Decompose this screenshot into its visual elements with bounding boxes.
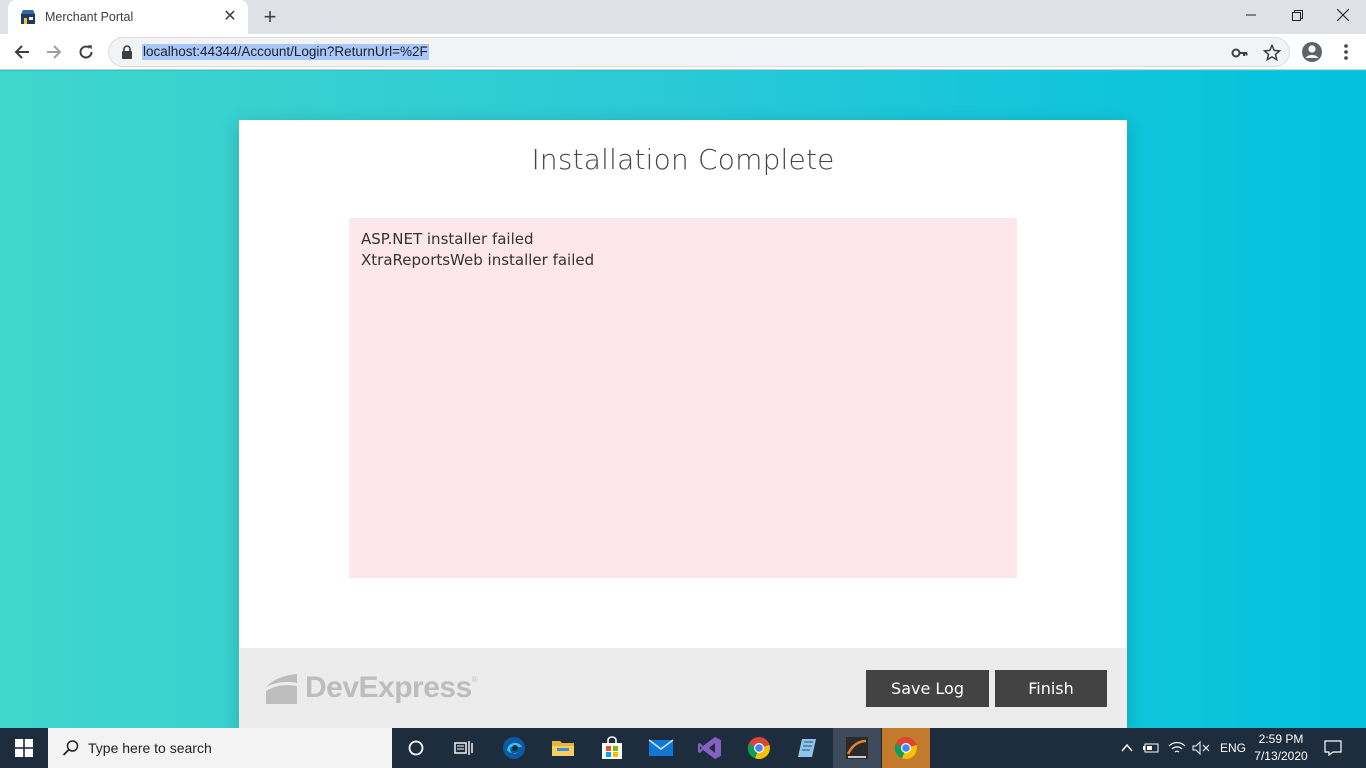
edge-icon bbox=[503, 737, 525, 759]
start-button[interactable] bbox=[0, 728, 48, 768]
edge-taskbar-button[interactable] bbox=[490, 728, 538, 768]
minimize-icon bbox=[1246, 14, 1256, 16]
store-favicon-icon bbox=[21, 10, 35, 24]
windows-logo-icon bbox=[15, 739, 33, 757]
installation-dialog: Installation Complete ASP.NET installer … bbox=[239, 120, 1127, 729]
volume-muted-icon[interactable] bbox=[1192, 741, 1210, 755]
chrome-taskbar-button[interactable] bbox=[735, 728, 783, 768]
browser-tab[interactable]: Merchant Portal ✕ bbox=[8, 0, 248, 34]
cortana-button[interactable] bbox=[392, 728, 440, 768]
system-tray: ENG bbox=[1120, 728, 1246, 768]
installation-log: ASP.NET installer failed XtraReportsWeb … bbox=[349, 218, 1017, 578]
reload-button[interactable] bbox=[73, 39, 99, 65]
forward-button[interactable] bbox=[41, 39, 67, 65]
profile-avatar-icon[interactable] bbox=[1300, 40, 1324, 64]
taskbar-search-box[interactable]: Type here to search bbox=[48, 728, 392, 768]
battery-icon[interactable] bbox=[1142, 741, 1160, 755]
bookmark-star-icon[interactable] bbox=[1263, 44, 1281, 62]
log-line: XtraReportsWeb installer failed bbox=[361, 251, 595, 269]
browser-tab-strip: Merchant Portal ✕ + bbox=[0, 0, 1366, 34]
save-log-button[interactable]: Save Log bbox=[866, 670, 989, 707]
notification-icon bbox=[1324, 740, 1342, 756]
store-taskbar-button[interactable] bbox=[588, 728, 636, 768]
installer-taskbar-button[interactable] bbox=[833, 728, 881, 768]
arrow-left-icon bbox=[14, 45, 29, 59]
browser-toolbar: localhost:44344/Account/Login?ReturnUrl=… bbox=[0, 34, 1366, 70]
tab-title: Merchant Portal bbox=[45, 10, 134, 24]
clock-time: 2:59 PM bbox=[1258, 732, 1304, 746]
action-center-button[interactable] bbox=[1310, 728, 1356, 768]
mail-taskbar-button[interactable] bbox=[637, 728, 685, 768]
search-icon bbox=[62, 740, 79, 756]
app-taskbar-button[interactable] bbox=[784, 728, 832, 768]
windows-taskbar: Type here to search ENG 2:59 PM 7/13/202… bbox=[0, 728, 1366, 768]
restore-icon bbox=[1291, 9, 1303, 21]
restore-button[interactable] bbox=[1274, 0, 1320, 30]
reload-icon bbox=[79, 45, 93, 59]
tab-close-icon[interactable]: ✕ bbox=[222, 9, 238, 25]
minimize-button[interactable] bbox=[1228, 0, 1274, 30]
registered-mark: ® bbox=[471, 675, 478, 684]
devexpress-logo-icon bbox=[266, 673, 297, 704]
dialog-footer: DevExpress ® Save Log Finish bbox=[239, 648, 1127, 729]
installer-app-icon bbox=[846, 737, 868, 759]
dialog-title: Installation Complete bbox=[531, 143, 835, 176]
address-bar[interactable]: localhost:44344/Account/Login?ReturnUrl=… bbox=[108, 37, 1290, 67]
devexpress-logo: DevExpress ® bbox=[266, 671, 478, 705]
wifi-icon[interactable] bbox=[1168, 741, 1186, 755]
lock-icon bbox=[122, 45, 132, 59]
new-tab-button[interactable]: + bbox=[258, 6, 282, 28]
cortana-icon bbox=[408, 740, 424, 756]
back-button[interactable] bbox=[9, 39, 35, 65]
chrome-active-taskbar-button[interactable] bbox=[882, 728, 930, 768]
more-vert-icon bbox=[1344, 44, 1348, 60]
browser-menu-button[interactable] bbox=[1334, 40, 1358, 64]
visual-studio-taskbar-button[interactable] bbox=[686, 728, 734, 768]
taskbar-clock[interactable]: 2:59 PM 7/13/2020 bbox=[1252, 731, 1310, 765]
logo-text: DevExpress bbox=[305, 671, 472, 704]
store-bag-icon bbox=[602, 736, 622, 759]
finish-button[interactable]: Finish bbox=[995, 670, 1107, 707]
chevron-up-icon[interactable] bbox=[1120, 741, 1134, 755]
mail-icon bbox=[648, 739, 674, 756]
file-explorer-taskbar-button[interactable] bbox=[539, 728, 587, 768]
language-indicator[interactable]: ENG bbox=[1220, 741, 1246, 755]
folder-icon bbox=[552, 741, 574, 756]
url-text[interactable]: localhost:44344/Account/Login?ReturnUrl=… bbox=[142, 44, 429, 60]
visual-studio-icon bbox=[698, 737, 721, 759]
document-app-icon bbox=[798, 739, 816, 757]
search-placeholder: Type here to search bbox=[88, 740, 212, 756]
close-window-button[interactable] bbox=[1320, 0, 1366, 30]
task-view-button[interactable] bbox=[440, 728, 488, 768]
page-background: Installation Complete ASP.NET installer … bbox=[0, 71, 1366, 729]
task-view-icon bbox=[454, 741, 473, 755]
chrome-icon bbox=[894, 737, 917, 760]
close-icon bbox=[1337, 9, 1349, 21]
arrow-right-icon bbox=[47, 45, 62, 59]
log-line: ASP.NET installer failed bbox=[361, 230, 534, 248]
key-icon[interactable] bbox=[1231, 44, 1249, 62]
chrome-icon bbox=[747, 737, 770, 760]
clock-date: 7/13/2020 bbox=[1254, 749, 1308, 763]
